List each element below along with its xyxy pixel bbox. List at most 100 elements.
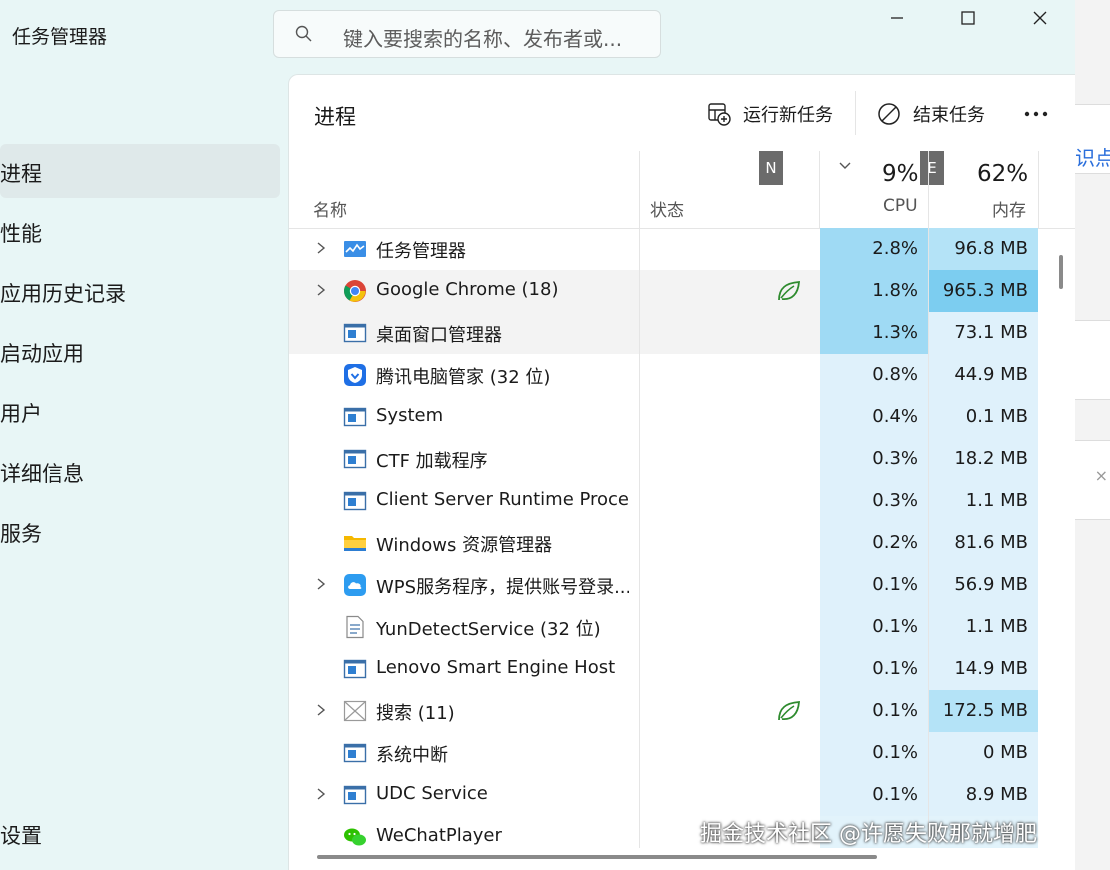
app-window-icon [343,489,367,513]
badge-n: N [759,151,783,185]
process-name: YunDetectService (32 位) [376,619,601,640]
table-row[interactable]: WPS服务程序，提供账号登录... 0.1% 56.9 MB [289,564,1039,606]
nav-item-performance[interactable]: 性能 [0,204,280,258]
nav-item-label: 应用历史记录 [0,282,126,306]
search-app-icon [343,699,367,723]
cpu-value: 0.4% [820,396,928,438]
memory-total-percent: 62% [977,161,1029,187]
document-icon [343,615,367,639]
process-name: 腾讯电脑管家 (32 位) [376,367,551,388]
row-name-cell [289,690,820,732]
row-name-cell [289,732,820,774]
table-row[interactable]: 桌面窗口管理器 1.3% 73.1 MB [289,312,1039,354]
cpu-total-percent: 9% [882,161,919,187]
nav-item-label: 详细信息 [0,462,84,486]
nav-item-label: 启动应用 [0,342,84,366]
search-box[interactable]: 键入要搜索的名称、发布者或... [273,10,661,58]
search-icon [295,25,312,42]
maximize-button[interactable] [933,0,1003,36]
nav-item-users[interactable]: 用户 [0,384,280,438]
column-header-cpu[interactable]: CPU [883,196,918,216]
app-window-icon [343,447,367,471]
vertical-scrollbar[interactable] [1049,228,1061,848]
end-task-icon [878,103,900,125]
table-row[interactable]: Client Server Runtime Proce... 0.3% 1.1 MB [289,480,1039,522]
run-new-task-icon [708,103,731,126]
nav-item-settings[interactable]: 设置 [0,806,280,860]
app-window-icon [343,783,367,807]
memory-value: 44.9 MB [929,354,1038,396]
background-glyph: × [1094,466,1108,485]
expand-chevron-icon[interactable] [313,574,329,594]
horizontal-scrollbar[interactable] [317,855,877,859]
column-divider[interactable] [819,151,820,229]
cpu-value: 0.2% [820,522,928,564]
table-row[interactable]: 腾讯电脑管家 (32 位) 0.8% 44.9 MB [289,354,1039,396]
cpu-value: 0.1% [820,732,928,774]
expand-chevron-icon[interactable] [313,238,329,258]
title-bar: 任务管理器 键入要搜索的名称、发布者或... [0,0,1075,70]
nav-item-details[interactable]: 详细信息 [0,444,280,498]
nav-item-processes[interactable]: 进程 [0,144,280,198]
column-divider[interactable] [928,151,929,229]
cpu-value: 1.3% [820,312,928,354]
table-row[interactable]: UDC Service 0.1% 8.9 MB [289,774,1039,816]
toolbar-divider [855,91,856,135]
efficiency-mode-leaf-icon [776,699,802,723]
more-icon [1024,111,1048,117]
expand-chevron-icon[interactable] [313,784,329,804]
memory-value: 14.9 MB [929,648,1038,690]
vertical-scrollbar-thumb[interactable] [1059,255,1063,289]
sort-chevron-icon[interactable] [838,161,852,171]
column-divider[interactable] [1038,151,1039,229]
minimize-button[interactable] [862,0,932,36]
cpu-value: 0.1% [820,690,928,732]
nav-item-startup-apps[interactable]: 启动应用 [0,324,280,378]
table-row[interactable]: 搜索 (11) 0.1% 172.5 MB [289,690,1039,732]
memory-value: 18.2 MB [929,438,1038,480]
table-row[interactable]: System 0.4% 0.1 MB [289,396,1039,438]
table-row[interactable]: Google Chrome (18) 1.8% 965.3 MB [289,270,1039,312]
row-name-cell [289,438,820,480]
minimize-icon [891,17,903,19]
memory-value: 965.3 MB [929,270,1038,312]
nav-item-label: 性能 [0,222,42,246]
cpu-value: 0.1% [820,648,928,690]
cpu-value: 0.1% [820,774,928,816]
expand-chevron-icon[interactable] [313,700,329,720]
nav-item-app-history[interactable]: 应用历史记录 [0,264,280,318]
row-name-cell [289,396,820,438]
table-row[interactable]: Windows 资源管理器 0.2% 81.6 MB [289,522,1039,564]
more-options-button[interactable] [1023,99,1061,129]
cpu-value: 0.8% [820,354,928,396]
process-name: WeChatPlayer [376,825,502,846]
column-divider[interactable] [639,151,640,229]
table-row[interactable]: 系统中断 0.1% 0 MB [289,732,1039,774]
watermark: 掘金技术社区 @许愿失败那就增肥 [700,822,1037,847]
table-row[interactable]: Lenovo Smart Engine Host 0.1% 14.9 MB [289,648,1039,690]
column-header-memory[interactable]: 内存 [992,196,1026,221]
nav-item-label: 设置 [0,824,42,848]
close-button[interactable] [1005,0,1075,36]
app-window-icon [343,321,367,345]
search-placeholder: 键入要搜索的名称、发布者或... [343,27,623,51]
expand-chevron-icon[interactable] [313,280,329,300]
column-header-name[interactable]: 名称 [313,196,347,221]
memory-value: 0 MB [929,732,1038,774]
badge-e: E [920,151,944,185]
efficiency-mode-leaf-icon [776,279,802,303]
nav-item-label: 用户 [0,402,42,426]
column-header-status[interactable]: 状态 [650,196,684,221]
table-row[interactable]: CTF 加载程序 0.3% 18.2 MB [289,438,1039,480]
run-new-task-button[interactable]: 运行新任务 [707,99,833,129]
table-row[interactable]: 任务管理器 2.8% 96.8 MB [289,228,1039,270]
table-header: 名称 状态 N 9% CPU E 62% 内存 [289,151,1075,229]
taskmgr-icon [343,237,367,261]
page-title: 进程 [314,105,356,129]
process-list: 任务管理器 2.8% 96.8 MB Google Chrome (18) 1.8% 96… [289,228,1039,848]
end-task-button[interactable]: 结束任务 [877,99,985,129]
column-divider [639,228,640,848]
table-row[interactable]: YunDetectService (32 位) 0.1% 1.1 MB [289,606,1039,648]
nav-item-services[interactable]: 服务 [0,504,280,558]
memory-value: 56.9 MB [929,564,1038,606]
